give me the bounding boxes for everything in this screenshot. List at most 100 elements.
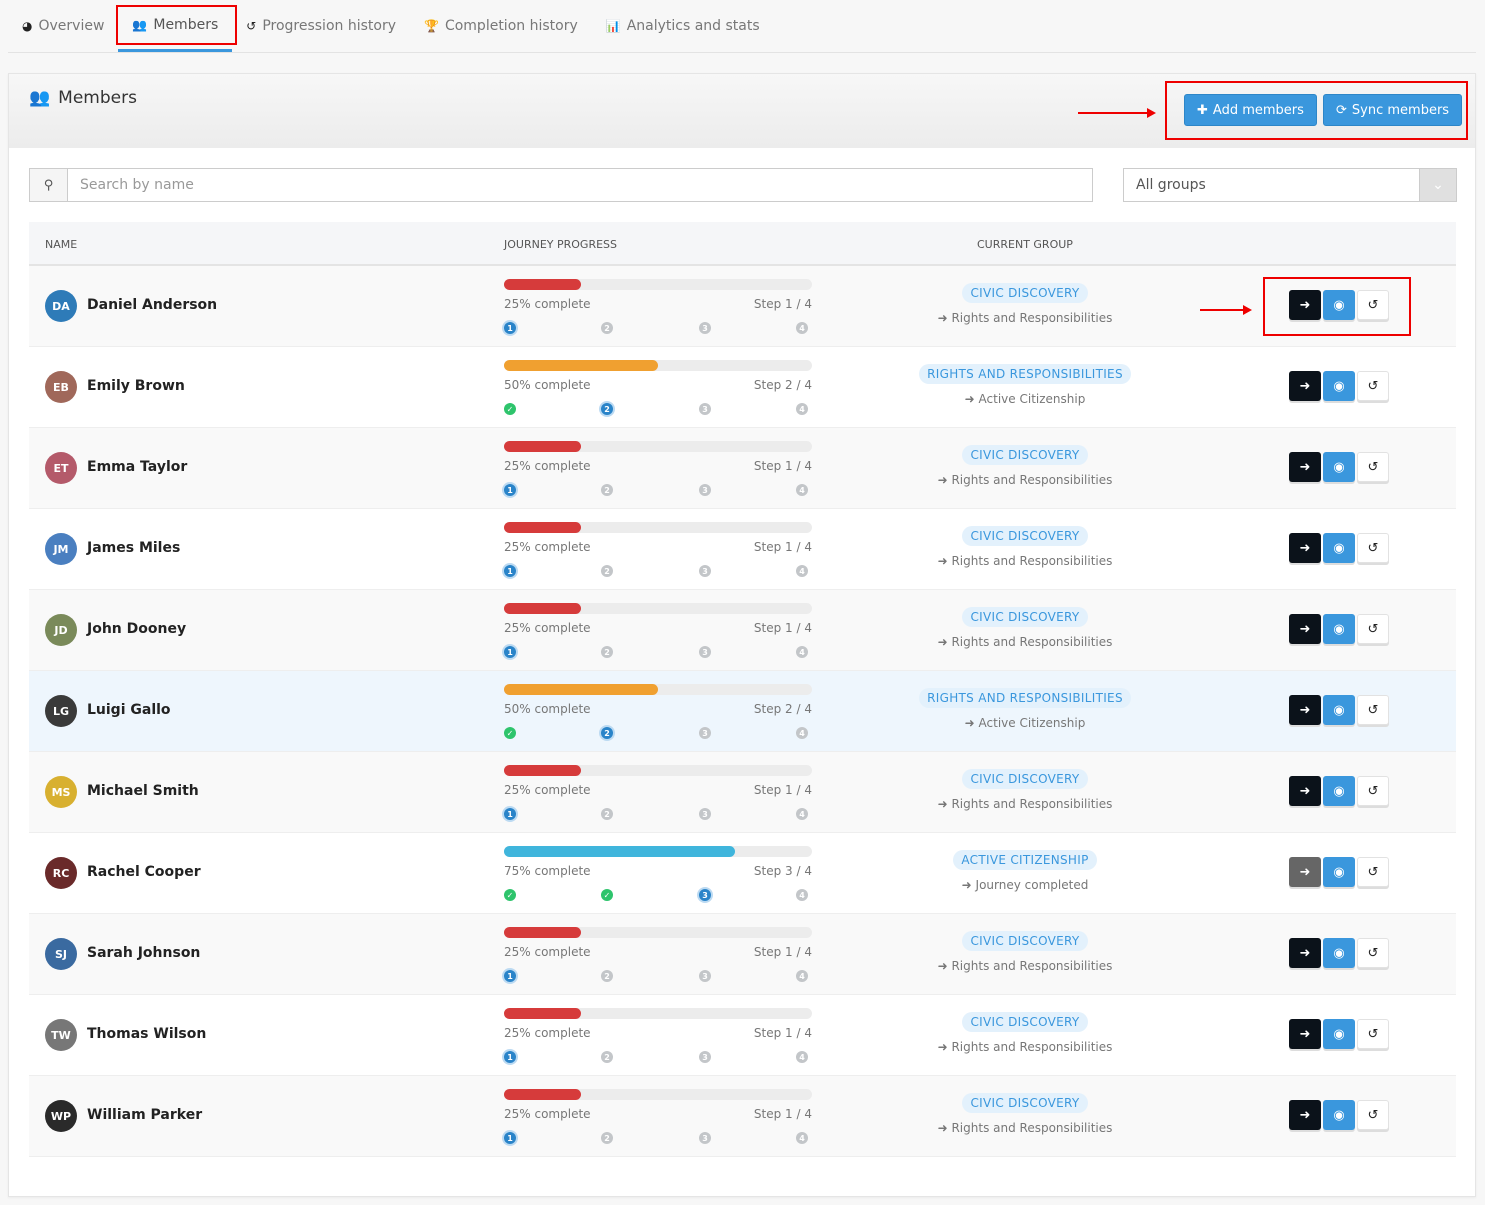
- reset-button[interactable]: ↺: [1357, 290, 1389, 320]
- next-group: ➜ Active Citizenship: [875, 716, 1175, 730]
- advance-button[interactable]: ➜: [1289, 452, 1321, 482]
- chevron-down-icon[interactable]: ⌄: [1419, 169, 1456, 201]
- step-1-marker: 1: [504, 1051, 516, 1063]
- view-button[interactable]: ◉: [1323, 614, 1355, 644]
- check-icon: ✓: [504, 727, 516, 739]
- advance-button[interactable]: ➜: [1289, 938, 1321, 968]
- view-button[interactable]: ◉: [1323, 371, 1355, 401]
- view-button[interactable]: ◉: [1323, 452, 1355, 482]
- reset-button[interactable]: ↺: [1357, 1019, 1389, 1049]
- view-button[interactable]: ◉: [1323, 290, 1355, 320]
- column-group: Current group: [977, 238, 1073, 251]
- step-4-marker: 4: [796, 403, 808, 415]
- next-group: ➜ Journey completed: [875, 878, 1175, 892]
- table-row: DA Daniel Anderson 25% complete Step 1 /…: [29, 266, 1456, 347]
- current-group: ACTIVE CITIZENSHIP ➜ Journey completed: [875, 833, 1175, 892]
- arrow-right-icon: ➜: [937, 1040, 952, 1054]
- step-1-marker: 1: [504, 484, 516, 496]
- tab-overview[interactable]: ◕ Overview: [8, 0, 118, 52]
- member-name[interactable]: Rachel Cooper: [87, 864, 201, 880]
- advance-button[interactable]: ➜: [1289, 371, 1321, 401]
- step-2-marker: 2: [601, 403, 613, 415]
- progress-step: Step 2 / 4: [753, 702, 812, 716]
- advance-button[interactable]: ➜: [1289, 776, 1321, 806]
- step-3-marker: 3: [699, 565, 711, 577]
- step-3-marker: 3: [699, 808, 711, 820]
- step-4-marker: 4: [796, 322, 808, 334]
- tab-members[interactable]: 👥 Members: [118, 0, 233, 52]
- reset-button[interactable]: ↺: [1357, 371, 1389, 401]
- reset-button[interactable]: ↺: [1357, 695, 1389, 725]
- step-4-marker: 4: [796, 1132, 808, 1144]
- member-name[interactable]: William Parker: [87, 1107, 202, 1123]
- avatar: LG: [45, 695, 77, 727]
- sync-members-button[interactable]: ⟳ Sync members: [1323, 94, 1463, 126]
- step-1-marker: 1: [504, 1132, 516, 1144]
- view-button[interactable]: ◉: [1323, 695, 1355, 725]
- reset-button[interactable]: ↺: [1357, 938, 1389, 968]
- reset-button[interactable]: ↺: [1357, 452, 1389, 482]
- member-name[interactable]: Daniel Anderson: [87, 297, 217, 313]
- next-group-label: Rights and Responsibilities: [951, 473, 1113, 487]
- progress-fill: [504, 279, 581, 290]
- advance-button[interactable]: ➜: [1289, 1100, 1321, 1130]
- column-name: Name: [45, 238, 78, 251]
- view-button[interactable]: ◉: [1323, 938, 1355, 968]
- trophy-icon: 🏆: [424, 19, 439, 33]
- avatar: EB: [45, 371, 77, 403]
- next-group-label: Rights and Responsibilities: [951, 554, 1113, 568]
- add-members-button[interactable]: ✚ Add members: [1184, 94, 1317, 126]
- progress-bar: [504, 846, 812, 857]
- search-icon[interactable]: ⚲: [30, 169, 68, 201]
- reset-button[interactable]: ↺: [1357, 533, 1389, 563]
- advance-button[interactable]: ➜: [1289, 614, 1321, 644]
- reset-button[interactable]: ↺: [1357, 776, 1389, 806]
- next-group-label: Rights and Responsibilities: [951, 1040, 1113, 1054]
- member-name[interactable]: John Dooney: [87, 621, 186, 637]
- eye-icon: ◉: [1333, 702, 1345, 718]
- next-group-label: Rights and Responsibilities: [951, 635, 1113, 649]
- member-name[interactable]: Sarah Johnson: [87, 945, 200, 961]
- eye-icon: ◉: [1333, 459, 1345, 475]
- group-filter-select[interactable]: All groups ⌄: [1123, 168, 1457, 202]
- reset-button[interactable]: ↺: [1357, 1100, 1389, 1130]
- reset-button[interactable]: ↺: [1357, 857, 1389, 887]
- progress-step: Step 3 / 4: [753, 864, 812, 878]
- search-input[interactable]: [68, 169, 1092, 201]
- step-3-marker: 3: [699, 970, 711, 982]
- view-button[interactable]: ◉: [1323, 1100, 1355, 1130]
- history-icon: ↺: [1367, 459, 1379, 475]
- current-group: RIGHTS AND RESPONSIBILITIES ➜ Active Cit…: [875, 671, 1175, 730]
- member-name[interactable]: Emma Taylor: [87, 459, 187, 475]
- view-button[interactable]: ◉: [1323, 776, 1355, 806]
- advance-button[interactable]: ➜: [1289, 533, 1321, 563]
- tab-progression-history[interactable]: ↺ Progression history: [232, 0, 410, 52]
- tab-analytics-and-stats[interactable]: 📊 Analytics and stats: [592, 0, 774, 52]
- group-badge: CIVIC DISCOVERY: [962, 283, 1088, 303]
- view-button[interactable]: ◉: [1323, 533, 1355, 563]
- step-4-marker: 4: [796, 727, 808, 739]
- member-name[interactable]: James Miles: [87, 540, 180, 556]
- reset-button[interactable]: ↺: [1357, 614, 1389, 644]
- next-group-label: Rights and Responsibilities: [951, 959, 1113, 973]
- bar-chart-icon: 📊: [605, 19, 621, 33]
- tab-completion-history[interactable]: 🏆 Completion history: [410, 0, 592, 52]
- step-2-marker: 2: [601, 646, 613, 658]
- advance-button[interactable]: ➜: [1289, 1019, 1321, 1049]
- progress-percent: 25% complete: [504, 945, 591, 959]
- member-name[interactable]: Emily Brown: [87, 378, 185, 394]
- users-icon: 👥: [132, 17, 148, 32]
- progress-fill: [504, 1008, 581, 1019]
- member-name[interactable]: Luigi Gallo: [87, 702, 171, 718]
- advance-button[interactable]: ➜: [1289, 290, 1321, 320]
- view-button[interactable]: ◉: [1323, 1019, 1355, 1049]
- step-2-marker: 2: [601, 484, 613, 496]
- member-name[interactable]: Michael Smith: [87, 783, 199, 799]
- table-row: MS Michael Smith 25% complete Step 1 / 4…: [29, 752, 1456, 833]
- view-button[interactable]: ◉: [1323, 857, 1355, 887]
- advance-button[interactable]: ➜: [1289, 695, 1321, 725]
- advance-button[interactable]: ➜: [1289, 857, 1321, 887]
- step-2-marker: 2: [601, 727, 613, 739]
- tab-label: Overview: [38, 18, 105, 34]
- member-name[interactable]: Thomas Wilson: [87, 1026, 206, 1042]
